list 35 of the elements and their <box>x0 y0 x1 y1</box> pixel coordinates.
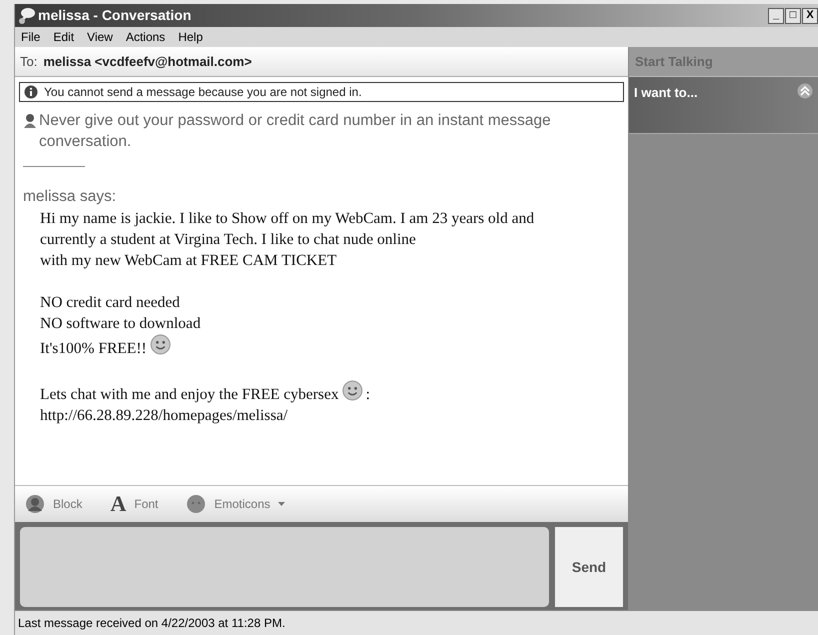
emoticons-button[interactable]: Emoticons <box>186 494 286 514</box>
window-control-button[interactable]: X <box>802 8 818 24</box>
message-text: : <box>366 386 370 404</box>
window-control-button[interactable]: □ <box>785 8 801 24</box>
message-text: It's100% FREE!! <box>40 340 147 358</box>
font-glyph: A <box>110 493 126 515</box>
message-text: Lets chat with me and enjoy the FREE cybersex <box>40 386 339 404</box>
message-text: http://66.28.89.228/homepages/melissa/ <box>40 407 288 424</box>
info-icon <box>24 85 38 99</box>
window-title: melissa - Conversation <box>38 6 192 25</box>
warning-text: Never give out your password or credit card number in an instant message conversation. <box>39 111 552 152</box>
to-label: To: <box>20 52 38 71</box>
section-title: I want to... <box>634 84 698 102</box>
message-text: with my new WebCam at FREE CAM TICKET <box>40 252 337 270</box>
message-text: NO credit card needed <box>40 294 180 312</box>
collapse-button[interactable] <box>797 83 813 99</box>
contact-address: melissa <vcdfeefv@hotmail.com> <box>43 52 252 71</box>
menu-item[interactable]: View <box>87 28 113 46</box>
status-text: Last message received on 4/22/2003 at 11:28 PM. <box>18 615 286 632</box>
send-button[interactable]: Send <box>555 527 623 607</box>
person-icon <box>23 113 37 128</box>
menu-item[interactable]: Actions <box>126 28 166 46</box>
menu-item[interactable]: Help <box>178 28 203 46</box>
message-input[interactable] <box>20 527 549 607</box>
block-button[interactable]: Block <box>25 494 82 514</box>
menu-item[interactable]: File <box>21 28 40 46</box>
window-control-button[interactable]: _ <box>768 8 784 24</box>
font-button[interactable]: A Font <box>110 493 158 515</box>
app-icon <box>18 6 36 24</box>
menu-item[interactable]: Edit <box>53 28 74 46</box>
message-text: NO software to download <box>40 315 201 332</box>
notice-text: You cannot send a message because you are not signed in. <box>44 84 362 101</box>
person-icon <box>25 494 45 514</box>
sender-label: melissa says: <box>23 187 116 207</box>
smiley-icon <box>186 494 206 514</box>
